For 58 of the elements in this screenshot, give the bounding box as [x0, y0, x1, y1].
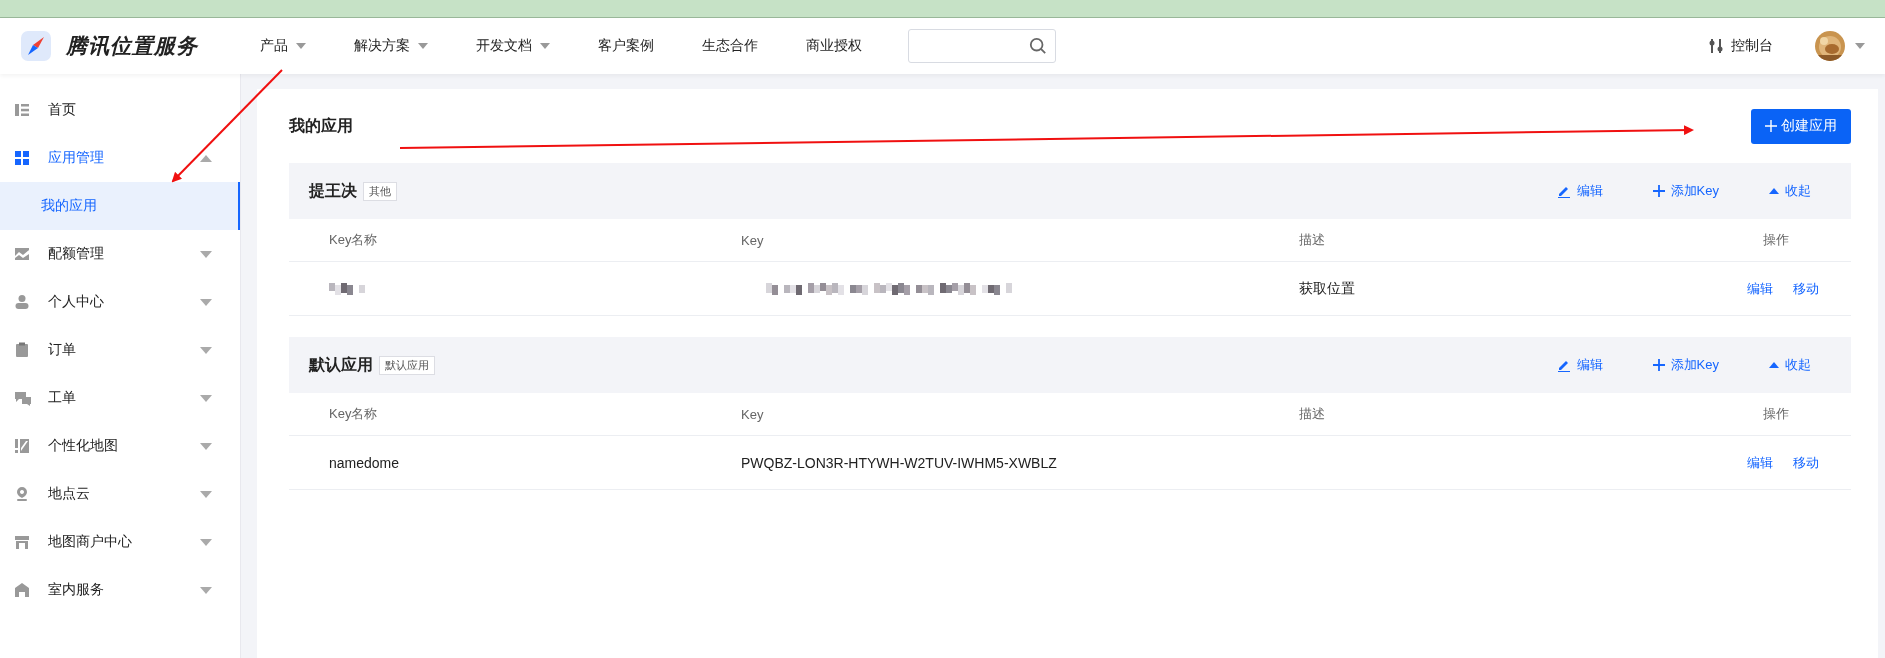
search-field[interactable]	[908, 29, 1056, 63]
app-tag: 其他	[363, 181, 397, 201]
add-key-link[interactable]: 添加Key	[1646, 355, 1725, 375]
table-cell: PWQBZ-LON3R-HTYWH-W2TUV-IWHM5-XWBLZ	[741, 454, 1057, 471]
shop-icon	[14, 534, 30, 550]
person-icon	[14, 294, 30, 310]
nav-menu-item[interactable]: 解决方案	[352, 37, 430, 55]
nav-menu-item[interactable]: 生态合作	[700, 37, 760, 55]
house-icon	[14, 582, 30, 598]
column-header: Key	[741, 232, 765, 248]
nav-menu-item[interactable]: 商业授权	[804, 37, 864, 55]
list-icon	[14, 102, 30, 118]
row-action-link[interactable]: 移动	[1787, 453, 1825, 472]
brand-name: 腾讯位置服务	[66, 33, 198, 59]
column-header: Key名称	[328, 405, 379, 423]
table-cell: namedome	[329, 454, 400, 471]
column-header: 描述	[1299, 405, 1326, 423]
collapse-link[interactable]: 收起	[1763, 181, 1817, 201]
page-title: 我的应用	[289, 115, 353, 136]
add-key-link[interactable]: 添加Key	[1646, 181, 1725, 201]
console-link[interactable]: 控制台	[1703, 36, 1779, 56]
caret-icon	[1769, 362, 1779, 368]
compass-logo-icon	[20, 30, 52, 62]
column-header: 操作	[1763, 231, 1790, 249]
pencil-icon	[1556, 358, 1571, 372]
plus-icon	[1652, 359, 1665, 371]
column-header: 操作	[1763, 405, 1790, 423]
chat-icon	[14, 390, 32, 406]
row-action-link[interactable]: 编辑	[1741, 279, 1779, 298]
plus-icon	[1765, 120, 1777, 132]
column-header: Key	[741, 406, 765, 422]
clipboard-icon	[14, 342, 30, 358]
column-header: Key名称	[328, 231, 379, 249]
sliders-icon	[1709, 38, 1725, 54]
search-icon[interactable]	[1029, 37, 1047, 55]
table-cell: 获取位置	[1299, 279, 1355, 298]
edit-link[interactable]: 编辑	[1550, 181, 1609, 201]
caret-icon[interactable]	[1855, 43, 1865, 49]
nav-menu-item[interactable]: 产品	[258, 37, 308, 55]
grid-icon	[14, 150, 30, 166]
nav-menu-item[interactable]: 开发文档	[474, 37, 552, 55]
app-name: 默认应用	[309, 354, 373, 375]
sidebar-subitem[interactable]: 我的应用	[0, 182, 240, 230]
create-app-button[interactable]: 创建应用	[1751, 108, 1851, 144]
collapse-link[interactable]: 收起	[1763, 355, 1817, 375]
row-action-link[interactable]: 编辑	[1741, 453, 1779, 472]
edit-link[interactable]: 编辑	[1550, 355, 1609, 375]
plus-icon	[1652, 185, 1665, 197]
location-pin-icon	[14, 486, 30, 502]
column-header: 描述	[1299, 231, 1326, 249]
pencil-icon	[1556, 184, 1571, 198]
nav-menu-item[interactable]: 客户案例	[596, 37, 656, 55]
map-style-icon	[14, 438, 30, 454]
row-action-link[interactable]: 移动	[1787, 279, 1825, 298]
app-tag: 默认应用	[379, 355, 435, 375]
caret-icon	[1769, 188, 1779, 194]
app-name: 提王决	[309, 180, 357, 201]
chart-icon	[14, 246, 30, 262]
